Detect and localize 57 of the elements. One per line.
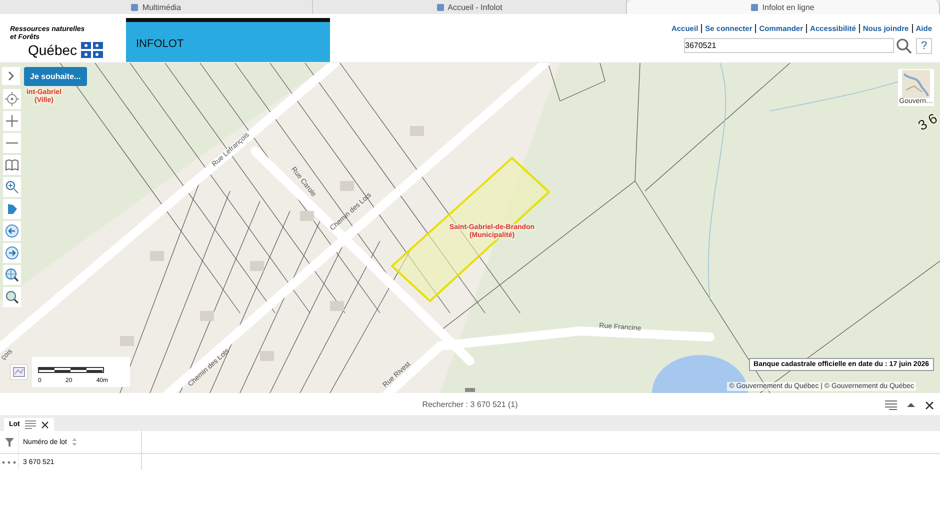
menu-icon[interactable] <box>885 400 897 410</box>
book-icon <box>5 158 19 172</box>
building <box>150 251 164 261</box>
place-label: 3 6 <box>915 110 940 134</box>
logo-word: Québec <box>28 42 78 58</box>
chevron-icon <box>7 71 15 81</box>
zoom-box-button[interactable] <box>3 177 21 197</box>
sort-icon <box>72 438 77 446</box>
building <box>300 211 314 221</box>
scale-ruler-icon <box>38 367 104 373</box>
building <box>200 311 214 321</box>
book-button[interactable] <box>3 155 21 175</box>
favicon-icon <box>131 4 138 10</box>
zoom-out-button[interactable] <box>3 133 21 153</box>
building <box>340 181 354 191</box>
globe-search-icon <box>5 268 19 282</box>
building <box>260 351 274 361</box>
close-icon[interactable] <box>40 420 49 428</box>
expand-chevron-button[interactable] <box>2 67 20 85</box>
overview-map-button[interactable] <box>10 364 28 380</box>
favicon-icon <box>436 4 444 10</box>
overview-map-icon <box>13 367 25 377</box>
back-arrow-button[interactable] <box>3 221 21 241</box>
flag-icon <box>81 42 104 58</box>
zoom-in-button[interactable] <box>3 111 21 131</box>
filter-icon[interactable] <box>4 438 14 446</box>
browser-tab[interactable]: Accueil - Infolot <box>313 0 627 14</box>
collapse-icon[interactable] <box>907 402 915 408</box>
layer-button[interactable] <box>3 199 21 219</box>
more-icon[interactable] <box>2 460 16 464</box>
browser-tab[interactable]: Infolot en ligne <box>626 0 940 14</box>
layer-icon <box>5 202 19 216</box>
search-icon[interactable] <box>896 38 912 54</box>
locate-button[interactable] <box>3 89 21 109</box>
map-thumbnail-icon <box>902 70 930 98</box>
close-icon[interactable] <box>925 400 934 410</box>
favicon-icon <box>751 4 758 10</box>
building <box>410 126 424 136</box>
help-button[interactable]: ? <box>916 38 932 54</box>
forward-arrow-button[interactable] <box>3 243 21 263</box>
building <box>120 336 134 346</box>
list-icon <box>24 420 36 429</box>
zoom-search-button[interactable] <box>3 287 21 307</box>
wish-menu-button[interactable]: Je souhaite... <box>24 67 87 86</box>
browser-tab[interactable]: Multimédia <box>0 0 314 14</box>
search-field[interactable]: 3670521 <box>684 38 894 53</box>
building <box>250 261 264 271</box>
app-title-banner: INFOLOT <box>126 18 330 62</box>
zoom-in-icon <box>5 114 19 128</box>
zoom-box-icon <box>5 180 19 194</box>
lot-line <box>548 63 606 102</box>
zoom-search-icon <box>5 290 19 304</box>
globe-search-button[interactable] <box>3 265 21 285</box>
locate-icon <box>5 92 19 106</box>
building <box>330 301 344 311</box>
resize-handle-icon[interactable] <box>465 388 475 392</box>
results-title: Rechercher : 3 670 521 (1) <box>422 400 518 408</box>
